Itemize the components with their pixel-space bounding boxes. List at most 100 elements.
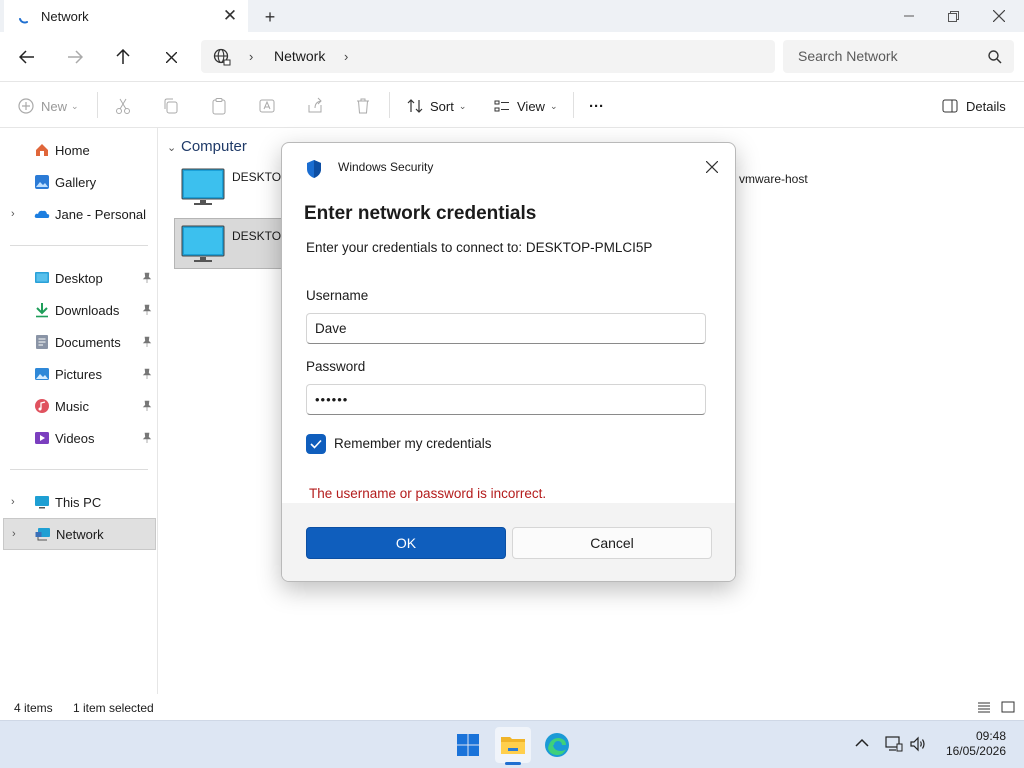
username-field[interactable]: Dave xyxy=(306,313,706,344)
pin-icon[interactable] xyxy=(142,432,152,444)
share-button[interactable] xyxy=(306,94,324,118)
group-header-computer[interactable]: Computer xyxy=(181,138,247,155)
copy-button[interactable] xyxy=(162,94,180,118)
windows-logo-icon xyxy=(457,734,479,756)
cut-button[interactable] xyxy=(114,94,132,118)
sidebar-item-label: Desktop xyxy=(55,270,103,286)
stop-button[interactable] xyxy=(158,44,184,70)
dialog-subtitle: Enter your credentials to connect to: DE… xyxy=(306,240,653,255)
credentials-dialog: Windows Security Enter network credentia… xyxy=(281,142,736,582)
start-button[interactable] xyxy=(450,727,486,763)
gallery-icon xyxy=(35,175,49,189)
arrow-right-icon xyxy=(68,50,83,64)
breadcrumb-chevron-icon[interactable]: › xyxy=(249,49,253,64)
close-icon xyxy=(993,10,1005,22)
password-label: Password xyxy=(306,359,366,374)
details-view-icon[interactable] xyxy=(977,700,991,714)
selection-count: 1 item selected xyxy=(73,701,154,715)
clipboard-icon xyxy=(212,98,226,115)
close-window-button[interactable] xyxy=(976,0,1022,32)
cancel-load-icon xyxy=(165,51,177,63)
pin-icon[interactable] xyxy=(142,272,152,284)
taskbar-edge[interactable] xyxy=(539,727,575,763)
sidebar-item-onedrive[interactable]: › Jane - Personal xyxy=(0,199,158,229)
dialog-close-button[interactable] xyxy=(702,157,722,177)
sidebar-item-label: Documents xyxy=(55,334,121,350)
clock-time: 09:48 xyxy=(975,729,1006,743)
search-box[interactable]: Search Network xyxy=(783,40,1014,73)
toolbar-divider xyxy=(97,92,98,118)
sidebar-item-label: Network xyxy=(56,526,104,542)
minimize-icon xyxy=(904,15,914,17)
cancel-button[interactable]: Cancel xyxy=(512,527,712,559)
username-label: Username xyxy=(306,288,369,303)
sidebar-item-label: Gallery xyxy=(55,174,97,190)
sidebar-item-music[interactable]: Music xyxy=(0,391,158,421)
sidebar-item-downloads[interactable]: Downloads xyxy=(0,295,158,325)
sidebar-item-videos[interactable]: Videos xyxy=(0,423,158,453)
music-icon xyxy=(35,399,49,413)
sidebar-item-pictures[interactable]: Pictures xyxy=(0,359,158,389)
forward-button[interactable] xyxy=(62,44,88,70)
pin-icon[interactable] xyxy=(142,304,152,316)
more-options-button[interactable]: ··· xyxy=(589,94,604,118)
list-item[interactable]: vmware-host xyxy=(719,162,839,214)
chevron-right-icon[interactable]: › xyxy=(11,496,15,508)
tab-close-button[interactable]: ✕ xyxy=(220,6,240,26)
pin-icon[interactable] xyxy=(142,368,152,380)
paste-button[interactable] xyxy=(210,94,228,118)
computer-icon xyxy=(181,168,225,205)
maximize-button[interactable] xyxy=(930,0,976,32)
remember-checkbox[interactable] xyxy=(306,434,326,454)
new-tab-button[interactable]: + xyxy=(259,6,281,28)
sidebar-item-network[interactable]: › Network xyxy=(3,518,156,550)
chevron-down-icon[interactable]: ⌄ xyxy=(167,141,176,154)
videos-icon xyxy=(35,432,49,444)
breadcrumb-network[interactable]: Network xyxy=(274,48,325,64)
sidebar-divider xyxy=(10,245,148,246)
new-button[interactable]: New ⌄ xyxy=(17,94,79,118)
sidebar-item-gallery[interactable]: Gallery xyxy=(0,167,158,197)
minimize-button[interactable] xyxy=(886,0,932,32)
command-bar: New ⌄ Sort ⌄ View ⌄ ··· Details xyxy=(0,81,1024,128)
pictures-icon xyxy=(35,368,49,380)
details-pane-icon xyxy=(942,99,958,113)
sidebar-item-documents[interactable]: Documents xyxy=(0,327,158,357)
trash-icon xyxy=(357,98,369,114)
password-field[interactable]: •••••• xyxy=(306,384,706,415)
breadcrumb-chevron-icon[interactable]: › xyxy=(344,49,348,64)
taskbar-file-explorer[interactable] xyxy=(495,727,531,763)
pin-icon[interactable] xyxy=(142,400,152,412)
sidebar-item-home[interactable]: Home xyxy=(0,135,158,165)
sidebar-divider xyxy=(10,469,148,470)
arrow-left-icon xyxy=(19,50,34,64)
chevron-up-icon[interactable] xyxy=(853,735,871,753)
scissors-icon xyxy=(116,98,130,114)
tiles-view-icon[interactable] xyxy=(1001,700,1015,714)
chevron-right-icon[interactable]: › xyxy=(11,208,15,220)
tab-network[interactable]: Network ✕ xyxy=(4,0,248,32)
ok-button[interactable]: OK xyxy=(306,527,506,559)
address-bar[interactable]: › Network › xyxy=(201,40,775,73)
system-clock[interactable]: 09:48 16/05/2026 xyxy=(946,729,1006,759)
rename-button[interactable] xyxy=(258,94,276,118)
this-pc-icon xyxy=(35,496,49,509)
item-count: 4 items xyxy=(14,701,53,715)
chevron-right-icon[interactable]: › xyxy=(12,528,16,540)
volume-icon[interactable] xyxy=(909,735,927,753)
network-status-icon[interactable] xyxy=(885,735,903,753)
remember-label[interactable]: Remember my credentials xyxy=(334,436,492,451)
view-button[interactable]: View ⌄ xyxy=(493,94,558,118)
details-button[interactable]: Details xyxy=(941,94,1006,118)
sort-button[interactable]: Sort ⌄ xyxy=(406,94,466,118)
pin-icon[interactable] xyxy=(142,336,152,348)
sidebar-item-label: This PC xyxy=(55,494,102,510)
sidebar-item-desktop[interactable]: Desktop xyxy=(0,263,158,293)
file-explorer-icon xyxy=(501,737,525,754)
network-icon xyxy=(35,528,50,541)
sidebar-item-this-pc[interactable]: › This PC xyxy=(0,487,158,517)
delete-button[interactable] xyxy=(354,94,372,118)
password-value: •••••• xyxy=(315,392,349,407)
up-button[interactable] xyxy=(110,44,136,70)
back-button[interactable] xyxy=(14,44,40,70)
